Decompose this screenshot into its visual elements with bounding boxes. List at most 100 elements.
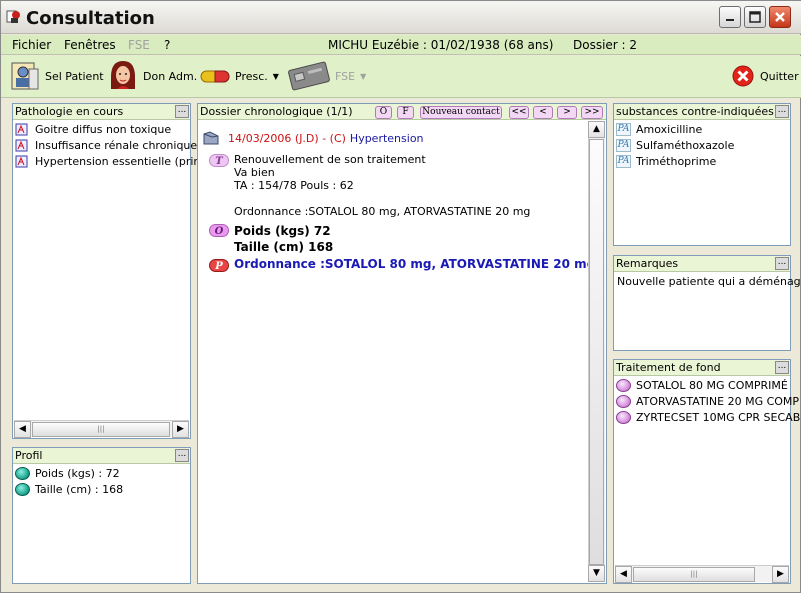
scroll-right-button[interactable]: ▶	[772, 566, 789, 583]
sel-patient-button[interactable]: Sel Patient	[9, 56, 104, 96]
list-item[interactable]: Poids (kgs) : 72	[15, 465, 120, 481]
green-dot-icon	[15, 482, 30, 496]
list-item[interactable]: ATORVASTATINE 20 MG COMP	[616, 393, 799, 409]
traitement-header: Traitement de fond ...	[614, 360, 790, 376]
maximize-icon	[749, 11, 761, 23]
list-item[interactable]: Goitre diffus non toxique	[15, 121, 171, 137]
pa-icon: PA	[616, 154, 631, 168]
substances-more-button[interactable]: ...	[775, 105, 789, 118]
scroll-thumb[interactable]: |||	[32, 422, 170, 437]
menu-help[interactable]: ?	[164, 38, 170, 52]
scroll-left-button[interactable]: ◀	[14, 421, 31, 438]
pathologie-more-button[interactable]: ...	[175, 105, 189, 118]
scroll-left-button[interactable]: ◀	[615, 566, 632, 583]
menu-fenetres[interactable]: Fenêtres	[64, 38, 116, 52]
first-button[interactable]: <<	[509, 106, 529, 119]
pink-dot-icon	[616, 378, 631, 392]
pathologie-label: Goitre diffus non toxique	[35, 122, 172, 136]
previous-button[interactable]: <	[533, 106, 553, 119]
remarques-header: Remarques ...	[614, 256, 790, 272]
pathologie-panel: Pathologie en cours ... Goitre diffus no…	[12, 103, 228, 439]
remarques-more-button[interactable]: ...	[775, 257, 789, 270]
p-tag: P	[209, 259, 229, 272]
profil-title: Profil	[15, 449, 43, 462]
pathology-flag-icon	[15, 155, 28, 167]
profil-header: Profil ...	[13, 448, 190, 464]
pathology-flag-icon	[15, 123, 28, 135]
vertical-scrollbar[interactable]: ▲ ▼	[588, 121, 605, 582]
woman-avatar-icon	[111, 61, 135, 89]
o-button[interactable]: O	[375, 106, 392, 119]
folder-icon	[203, 131, 219, 145]
pa-icon: PA	[616, 138, 631, 152]
list-item[interactable]: Hypertension essentielle (primitive	[15, 153, 228, 169]
list-item[interactable]: Taille (cm) : 168	[15, 481, 123, 497]
remarques-text[interactable]: Nouvelle patiente qui a déménagé	[617, 275, 801, 288]
scroll-right-button[interactable]: ▶	[172, 421, 189, 438]
list-item[interactable]: PA Sulfaméthoxazole	[616, 137, 734, 153]
o-tag: O	[209, 224, 229, 237]
menu-fse[interactable]: FSE	[128, 38, 150, 52]
pink-dot-icon	[616, 394, 631, 408]
chevron-down-icon: ▼	[360, 71, 367, 81]
scroll-thumb[interactable]	[589, 139, 604, 565]
menu-fichier[interactable]: Fichier	[12, 38, 51, 52]
quitter-label: Quitter	[760, 69, 799, 83]
next-button[interactable]: >	[557, 106, 577, 119]
list-item[interactable]: PA Triméthoprime	[616, 153, 716, 169]
t-tag: T	[209, 154, 229, 167]
don-adm-button[interactable]: Don Adm.	[107, 56, 197, 96]
list-item[interactable]: Insuffisance rénale chronique	[15, 137, 197, 153]
consultation-entry-header[interactable]: 14/03/2006 (J.D) - (C) Hypertension	[203, 130, 583, 146]
chevron-down-icon: ▼	[272, 71, 279, 81]
vitale-card-icon	[288, 61, 330, 91]
scroll-up-button[interactable]: ▲	[588, 121, 605, 138]
green-dot-icon	[15, 466, 30, 480]
presc-button[interactable]: Presc. ▼	[199, 56, 279, 96]
profil-more-button[interactable]: ...	[175, 449, 189, 462]
o-line: Taille (cm) 168	[234, 240, 334, 254]
t-line: Renouvellement de son traitement	[234, 153, 426, 166]
minimize-button[interactable]	[719, 6, 741, 28]
t-line: TA : 154/78 Pouls : 62	[234, 179, 354, 192]
scroll-thumb[interactable]: |||	[633, 567, 755, 582]
toolbar: Sel Patient Don Adm. Presc. ▼ FSE ▼ Quit…	[1, 56, 801, 98]
substance-label: Amoxicilline	[636, 122, 703, 136]
don-adm-label: Don Adm.	[143, 69, 198, 83]
pathologie-label: Insuffisance rénale chronique	[35, 138, 198, 152]
list-item[interactable]: SOTALOL 80 MG COMPRIMÉ	[616, 377, 788, 393]
list-item[interactable]: PA Amoxicilline	[616, 121, 702, 137]
traitement-more-button[interactable]: ...	[775, 361, 789, 374]
presc-label: Presc.	[235, 69, 268, 83]
title-bar: Consultation	[1, 1, 801, 34]
close-button[interactable]	[769, 6, 791, 28]
last-button[interactable]: >>	[581, 106, 603, 119]
nouveau-contact-button[interactable]: Nouveau contact	[420, 106, 502, 119]
t-section: Renouvellement de son traitement Va bien…	[234, 153, 530, 218]
menu-bar: Fichier Fenêtres FSE ? MICHU Euzébie : 0…	[1, 35, 801, 55]
p-line[interactable]: Ordonnance :SOTALOL 80 mg, ATORVASTATINE…	[234, 257, 595, 271]
patient-info: MICHU Euzébie : 01/02/1938 (68 ans)	[328, 38, 554, 52]
horizontal-scrollbar[interactable]: ◀ ||| ▶	[615, 565, 789, 583]
scroll-down-button[interactable]: ▼	[588, 565, 605, 582]
f-button[interactable]: F	[397, 106, 414, 119]
t-line: Va bien	[234, 166, 275, 179]
substances-title: substances contre-indiquées	[616, 105, 774, 118]
entry-diagnosis: Hypertension	[349, 131, 424, 145]
pathologie-title: Pathologie en cours	[15, 105, 124, 118]
dossier-title: Dossier chronologique (1/1)	[200, 105, 353, 118]
capsule-icon	[200, 70, 230, 83]
horizontal-scrollbar[interactable]: ◀ ||| ▶	[14, 420, 189, 438]
substance-label: Sulfaméthoxazole	[636, 138, 735, 152]
app-icon	[6, 10, 20, 23]
window-title: Consultation	[26, 8, 155, 29]
fse-button[interactable]: FSE ▼	[287, 56, 366, 96]
pa-icon: PA	[616, 122, 631, 136]
quitter-button[interactable]: Quitter	[732, 56, 799, 96]
patient-card-icon	[11, 62, 39, 90]
maximize-button[interactable]	[744, 6, 766, 28]
list-item[interactable]: ZYRTECSET 10MG CPR SECAB	[616, 409, 800, 425]
profil-label: Taille (cm) : 168	[35, 482, 124, 496]
traitement-label: ZYRTECSET 10MG CPR SECAB	[636, 410, 801, 424]
pink-dot-icon	[616, 410, 631, 424]
